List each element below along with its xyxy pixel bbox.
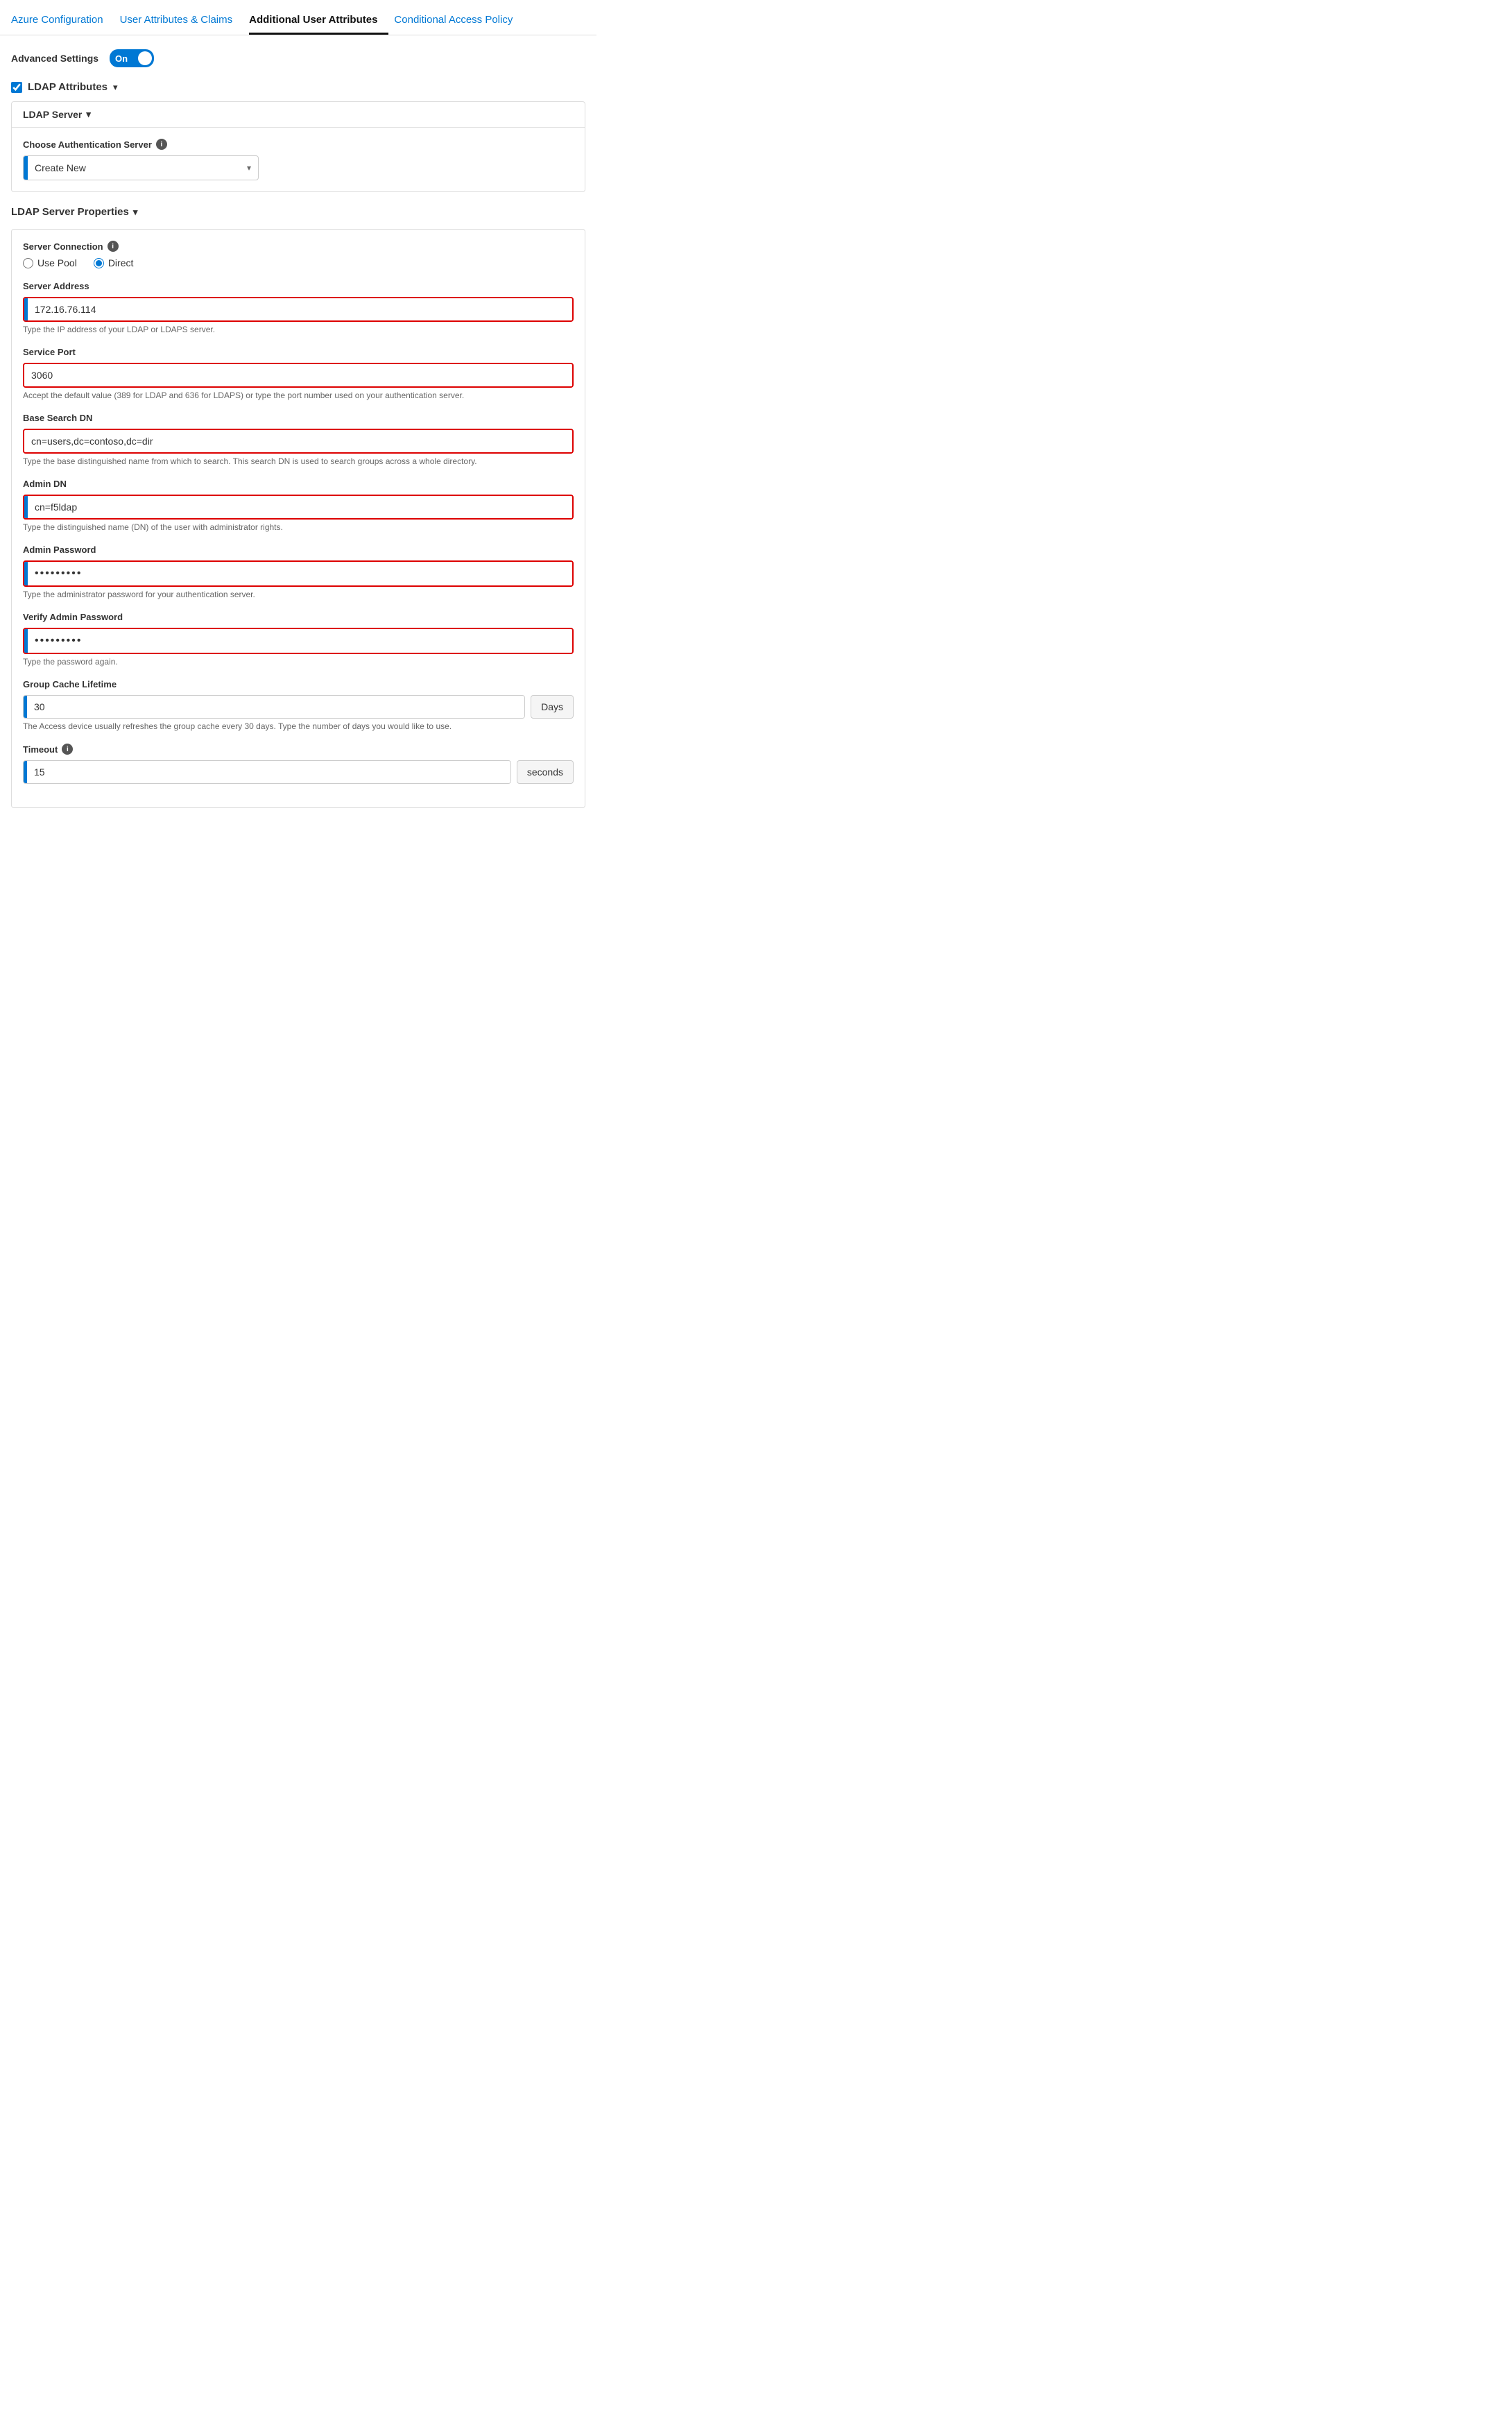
- server-address-input-wrapper: [23, 297, 574, 322]
- admin-dn-group: Admin DN Type the distinguished name (DN…: [23, 479, 574, 532]
- timeout-input-row: seconds: [23, 760, 574, 784]
- verify-admin-password-label: Verify Admin Password: [23, 612, 574, 622]
- radio-use-pool-label: Use Pool: [37, 257, 77, 268]
- verify-admin-password-input[interactable]: [28, 629, 572, 653]
- service-port-label: Service Port: [23, 347, 574, 357]
- ldap-server-header-label: LDAP Server: [23, 109, 82, 120]
- timeout-input-wrapper: [23, 760, 511, 784]
- base-search-dn-input-wrapper: [23, 429, 574, 454]
- timeout-info-icon[interactable]: i: [62, 744, 73, 755]
- service-port-group: Service Port Accept the default value (3…: [23, 347, 574, 400]
- group-cache-lifetime-group: Group Cache Lifetime Days The Access dev…: [23, 679, 574, 731]
- timeout-suffix: seconds: [517, 760, 574, 784]
- server-address-group: Server Address Type the IP address of yo…: [23, 281, 574, 334]
- auth-server-select[interactable]: Create New: [28, 162, 247, 173]
- server-address-input[interactable]: [28, 298, 572, 320]
- server-connection-radio-group: Use Pool Direct: [23, 257, 574, 268]
- group-cache-lifetime-input-wrapper: [23, 695, 525, 719]
- timeout-input[interactable]: [27, 761, 510, 783]
- radio-direct[interactable]: Direct: [94, 257, 134, 268]
- verify-admin-password-group: Verify Admin Password Type the password …: [23, 612, 574, 667]
- server-properties-title: LDAP Server Properties: [11, 206, 129, 218]
- ldap-server-properties-section: LDAP Server Properties ▾ Server Connecti…: [11, 206, 585, 808]
- base-search-dn-group: Base Search DN Type the base distinguish…: [23, 413, 574, 466]
- admin-dn-input[interactable]: [28, 496, 572, 518]
- select-chevron-icon: ▾: [247, 163, 258, 173]
- group-cache-hint: The Access device usually refreshes the …: [23, 721, 574, 731]
- choose-auth-server-label: Choose Authentication Server i: [23, 139, 574, 150]
- server-properties-box: Server Connection i Use Pool Direct: [11, 229, 585, 808]
- server-connection-info-icon[interactable]: i: [108, 241, 119, 252]
- service-port-hint: Accept the default value (389 for LDAP a…: [23, 391, 574, 400]
- tab-user-attributes-claims[interactable]: User Attributes & Claims: [120, 8, 244, 35]
- main-content: Advanced Settings On LDAP Attributes ▾ L…: [0, 35, 596, 836]
- admin-password-hint: Type the administrator password for your…: [23, 590, 574, 599]
- admin-dn-label: Admin DN: [23, 479, 574, 489]
- tab-azure-config[interactable]: Azure Configuration: [11, 8, 114, 35]
- advanced-settings-row: Advanced Settings On: [11, 49, 585, 67]
- ldap-server-box: LDAP Server ▾ Choose Authentication Serv…: [11, 101, 585, 192]
- admin-password-label: Admin Password: [23, 545, 574, 555]
- ldap-attributes-checkbox[interactable]: [11, 82, 22, 93]
- radio-use-pool[interactable]: Use Pool: [23, 257, 77, 268]
- base-search-dn-input[interactable]: [24, 430, 572, 452]
- ldap-attributes-chevron-icon: ▾: [113, 82, 118, 93]
- advanced-settings-label: Advanced Settings: [11, 53, 98, 64]
- ldap-server-inner: Choose Authentication Server i Create Ne…: [12, 127, 585, 191]
- choose-auth-server-info-icon[interactable]: i: [156, 139, 167, 150]
- admin-dn-hint: Type the distinguished name (DN) of the …: [23, 522, 574, 532]
- verify-admin-password-hint: Type the password again.: [23, 657, 574, 667]
- radio-direct-label: Direct: [108, 257, 134, 268]
- ldap-server-chevron-icon: ▾: [86, 109, 91, 120]
- server-properties-header: LDAP Server Properties ▾: [11, 206, 585, 218]
- service-port-input-wrapper: [23, 363, 574, 388]
- toggle-knob: [138, 51, 152, 65]
- nav-tabs: Azure Configuration User Attributes & Cl…: [0, 0, 596, 35]
- group-cache-lifetime-label: Group Cache Lifetime: [23, 679, 574, 689]
- server-connection-group: Server Connection i Use Pool Direct: [23, 241, 574, 268]
- auth-server-select-wrapper: Create New ▾: [23, 155, 259, 180]
- radio-use-pool-input[interactable]: [23, 258, 33, 268]
- server-address-label: Server Address: [23, 281, 574, 291]
- server-connection-label: Server Connection i: [23, 241, 574, 252]
- admin-dn-input-wrapper: [23, 495, 574, 520]
- admin-password-input-wrapper: [23, 560, 574, 587]
- advanced-settings-toggle[interactable]: On: [110, 49, 154, 67]
- tab-additional-user-attributes[interactable]: Additional User Attributes: [249, 8, 388, 35]
- verify-admin-password-input-wrapper: [23, 628, 574, 654]
- group-cache-suffix: Days: [531, 695, 574, 719]
- group-cache-lifetime-input[interactable]: [27, 696, 524, 718]
- admin-password-input[interactable]: [28, 562, 572, 585]
- tab-conditional-access-policy[interactable]: Conditional Access Policy: [394, 8, 524, 35]
- timeout-group: Timeout i seconds: [23, 744, 574, 784]
- service-port-input[interactable]: [24, 364, 572, 386]
- toggle-on-label: On: [110, 53, 128, 64]
- server-properties-chevron-icon: ▾: [133, 207, 138, 218]
- ldap-attributes-section-header: LDAP Attributes ▾: [11, 81, 585, 93]
- radio-direct-input[interactable]: [94, 258, 104, 268]
- ldap-attributes-title: LDAP Attributes: [28, 81, 108, 93]
- ldap-server-header[interactable]: LDAP Server ▾: [12, 102, 585, 127]
- base-search-dn-hint: Type the base distinguished name from wh…: [23, 456, 574, 466]
- timeout-label: Timeout i: [23, 744, 574, 755]
- group-cache-lifetime-input-row: Days: [23, 695, 574, 719]
- server-address-hint: Type the IP address of your LDAP or LDAP…: [23, 325, 574, 334]
- base-search-dn-label: Base Search DN: [23, 413, 574, 423]
- admin-password-group: Admin Password Type the administrator pa…: [23, 545, 574, 599]
